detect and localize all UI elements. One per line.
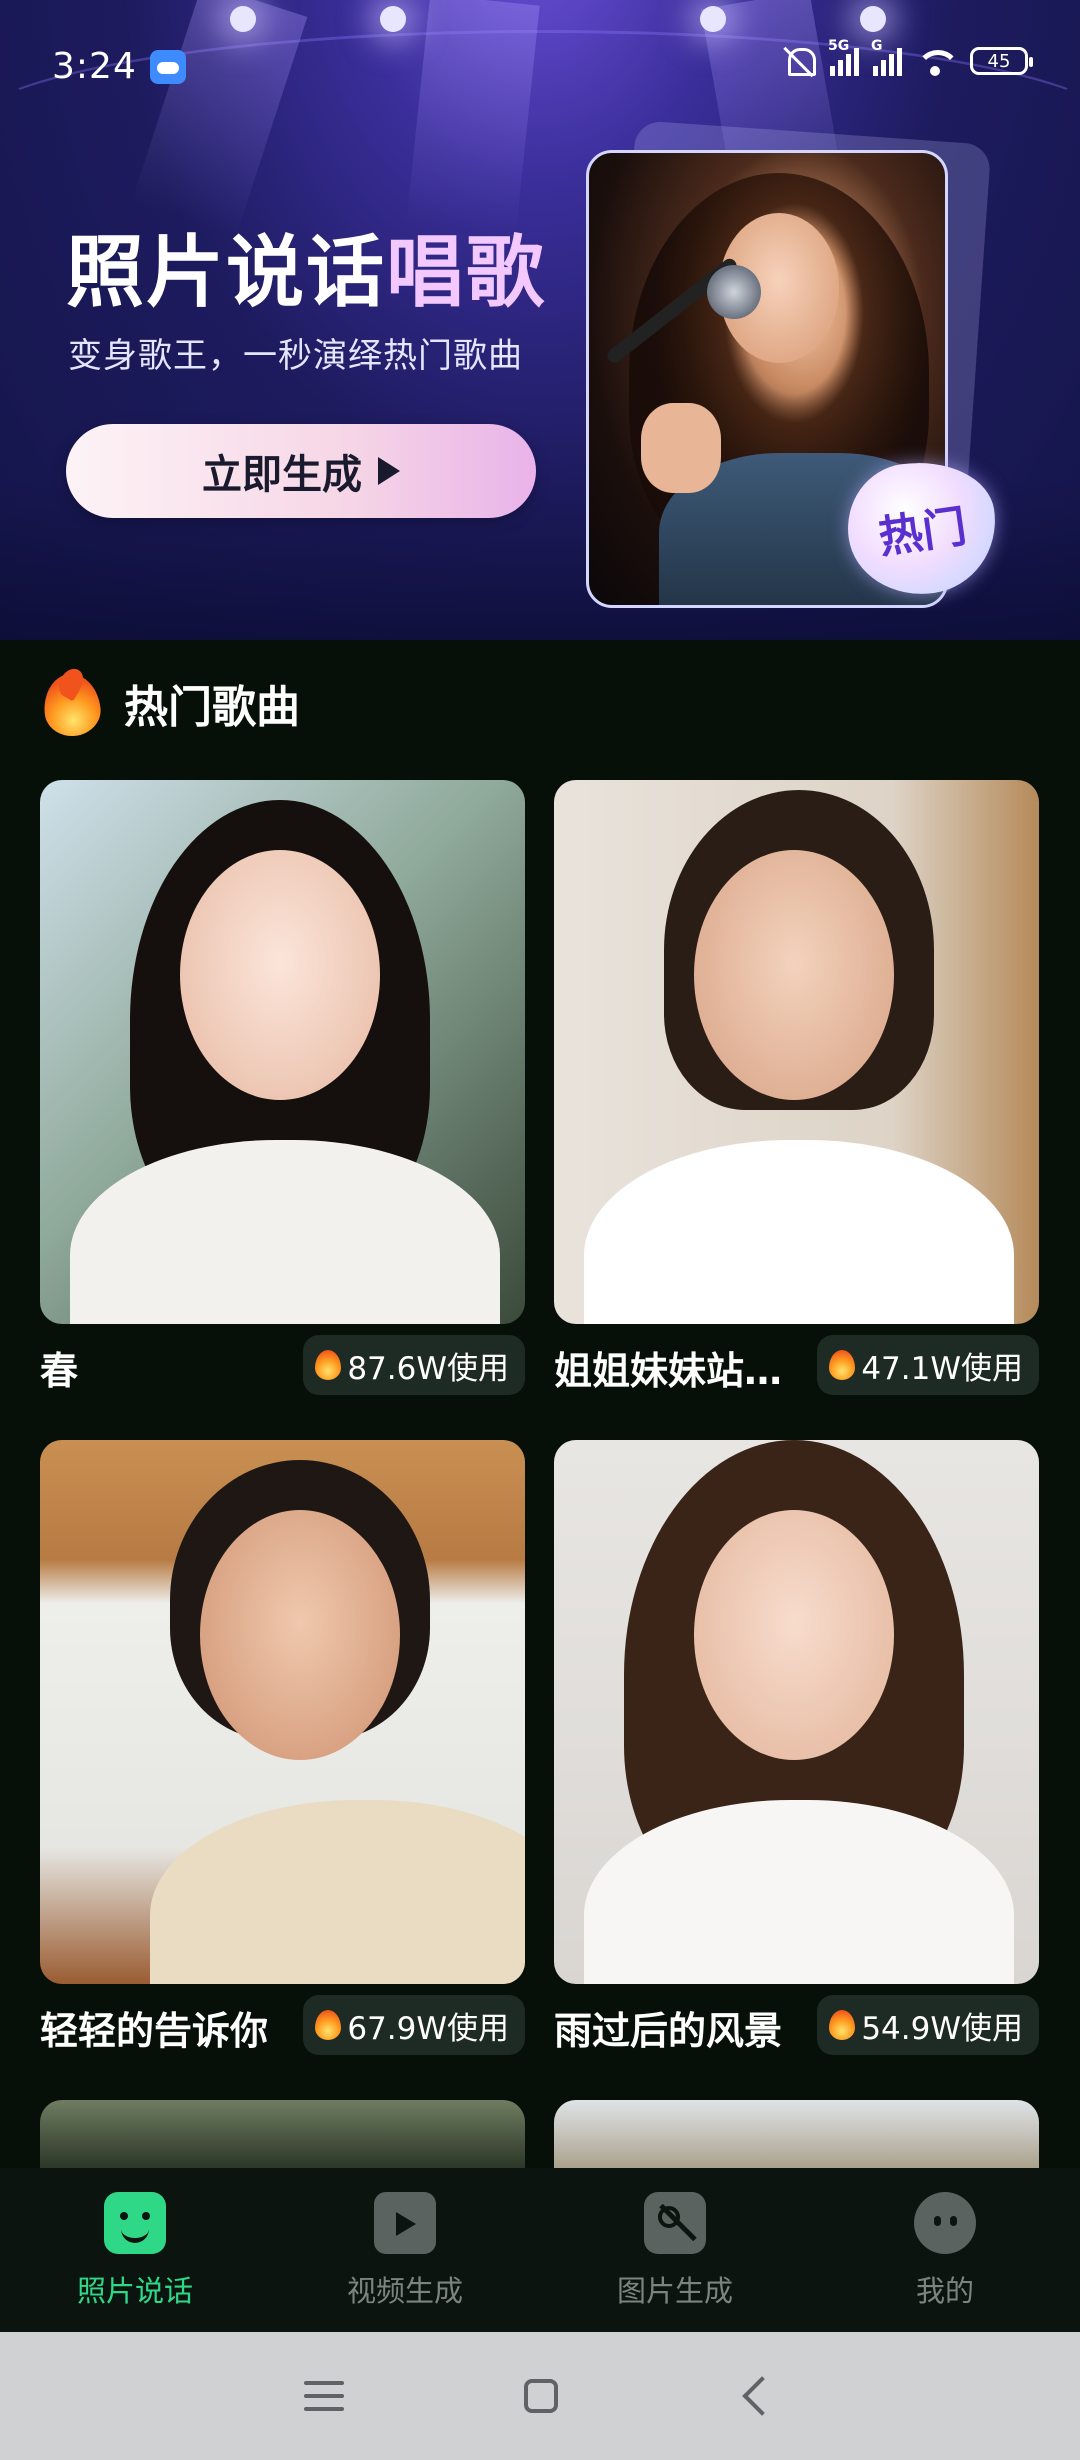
tab-image-generate[interactable]: 图片生成 xyxy=(540,2168,810,2332)
song-card[interactable]: 姐姐妹妹站… 47.1W使用 xyxy=(554,780,1039,1395)
hero-banner[interactable]: 3:24 5G G 45 照片说话唱歌 变身歌王，一秒演绎热门歌曲 立即生成 热… xyxy=(0,0,1080,640)
tab-label: 照片说话 xyxy=(76,2274,193,2308)
usage-count: 54.9W使用 xyxy=(861,2010,1023,2047)
image-gen-icon xyxy=(644,2192,706,2254)
song-card-partial[interactable] xyxy=(40,2100,525,2170)
status-time: 3:24 xyxy=(52,46,137,87)
cover-face xyxy=(694,850,894,1100)
cover-face xyxy=(200,1510,400,1760)
tab-label: 视频生成 xyxy=(346,2274,463,2308)
play-icon xyxy=(378,457,400,485)
hot-songs-header: 热门歌曲 xyxy=(40,668,300,738)
bell-off-icon xyxy=(782,44,816,78)
cover-face xyxy=(180,850,380,1100)
song-name: 雨过后的风景 xyxy=(554,2009,783,2053)
bottom-tab-bar: 照片说话 视频生成 图片生成 我的 xyxy=(0,2168,1080,2332)
cloud-icon xyxy=(150,50,186,84)
usage-badge: 47.1W使用 xyxy=(817,1335,1039,1395)
signal-icon: 5G xyxy=(828,38,859,76)
usage-badge: 54.9W使用 xyxy=(817,1995,1039,2055)
system-navigation-bar xyxy=(0,2332,1080,2460)
fire-icon xyxy=(829,2010,856,2040)
cover-face xyxy=(694,1510,894,1760)
hero-subtitle: 变身歌王，一秒演绎热门歌曲 xyxy=(68,336,523,376)
tab-mine[interactable]: 我的 xyxy=(810,2168,1080,2332)
song-name: 姐姐妹妹站… xyxy=(554,1349,783,1393)
tab-video-generate[interactable]: 视频生成 xyxy=(270,2168,540,2332)
usage-badge: 67.9W使用 xyxy=(303,1995,525,2055)
tab-label: 我的 xyxy=(915,2274,974,2308)
menu-icon[interactable] xyxy=(304,2381,344,2411)
song-card-partial[interactable] xyxy=(554,2100,1039,2170)
song-card[interactable]: 轻轻的告诉你 67.9W使用 xyxy=(40,1440,525,2055)
home-icon[interactable] xyxy=(524,2379,558,2413)
fire-icon xyxy=(829,1350,856,1380)
song-cover-image[interactable] xyxy=(40,780,525,1324)
tab-photo-talk[interactable]: 照片说话 xyxy=(0,2168,270,2332)
tab-label: 图片生成 xyxy=(616,2274,733,2308)
status-icons: 5G G 45 xyxy=(782,38,1033,78)
wifi-icon xyxy=(916,46,956,76)
song-cover-image[interactable] xyxy=(554,1440,1039,1984)
usage-count: 67.9W使用 xyxy=(347,2010,509,2047)
battery-icon: 45 xyxy=(970,47,1033,75)
usage-badge: 87.6W使用 xyxy=(303,1335,525,1395)
song-card[interactable]: 春 87.6W使用 xyxy=(40,780,525,1395)
photo-talk-icon xyxy=(104,2192,166,2254)
fire-icon xyxy=(315,2010,342,2040)
signal-type-label: 5G xyxy=(828,38,850,54)
cover-shirt xyxy=(584,1140,1014,1324)
song-name: 轻轻的告诉你 xyxy=(40,2009,269,2053)
song-cover-image[interactable] xyxy=(40,1440,525,1984)
hero-title-highlight: 唱歌 xyxy=(386,228,547,318)
fire-icon xyxy=(315,1350,342,1380)
hero-title: 照片说话唱歌 xyxy=(66,210,546,322)
signal-type-label: G xyxy=(871,38,883,54)
signal-icon: G xyxy=(871,38,902,76)
song-card[interactable]: 雨过后的风景 54.9W使用 xyxy=(554,1440,1039,2055)
fire-icon xyxy=(40,668,104,738)
poster-hand xyxy=(641,403,721,493)
cover-shirt xyxy=(150,1800,525,1984)
video-gen-icon xyxy=(374,2192,436,2254)
cover-shirt xyxy=(70,1140,500,1324)
generate-now-label: 立即生成 xyxy=(202,452,362,498)
microphone-head xyxy=(707,265,761,319)
mine-icon xyxy=(914,2192,976,2254)
hero-title-main: 照片说话 xyxy=(66,228,387,318)
usage-count: 47.1W使用 xyxy=(861,1350,1023,1387)
song-cover-image[interactable] xyxy=(554,780,1039,1324)
usage-count: 87.6W使用 xyxy=(347,1350,509,1387)
back-icon[interactable] xyxy=(742,2376,782,2416)
song-name: 春 xyxy=(40,1349,79,1393)
section-title: 热门歌曲 xyxy=(124,682,300,733)
status-bar: 3:24 5G G 45 xyxy=(0,0,1080,140)
generate-now-button[interactable]: 立即生成 xyxy=(66,424,536,518)
